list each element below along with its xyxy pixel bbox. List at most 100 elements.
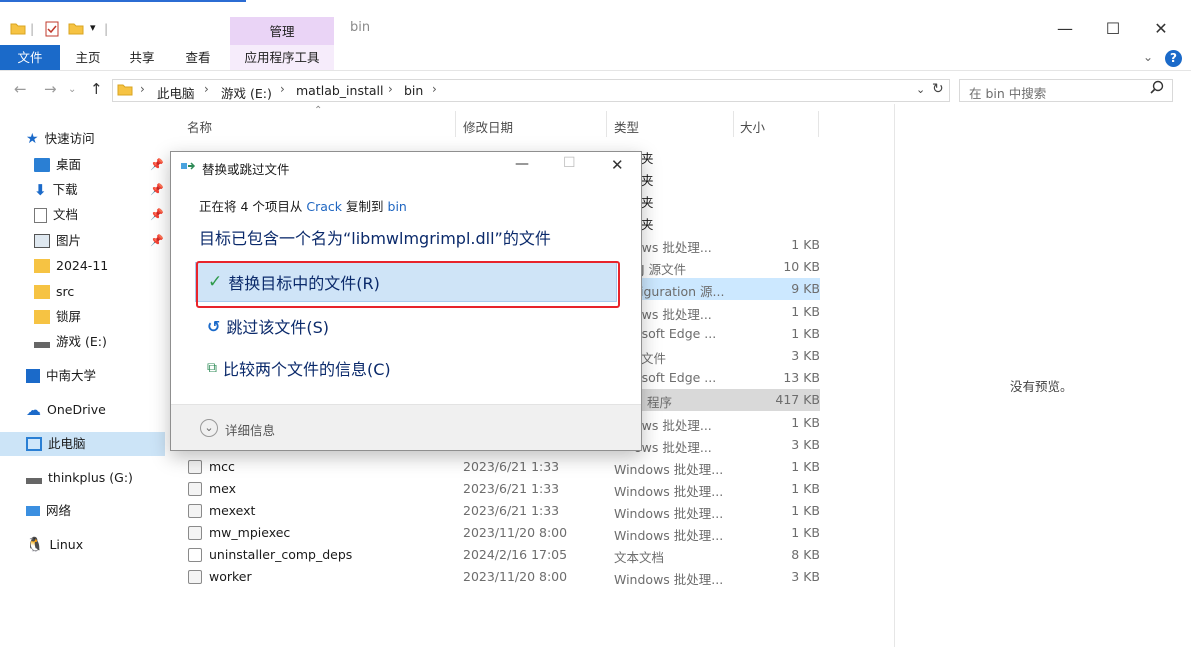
- nav-csu[interactable]: 中南大学: [26, 365, 96, 387]
- breadcrumb-matlab-install[interactable]: matlab_install: [296, 83, 383, 98]
- new-folder-icon[interactable]: [68, 21, 84, 38]
- nav-folder-src[interactable]: src: [34, 281, 74, 303]
- breadcrumb-this-pc[interactable]: 此电脑: [157, 83, 195, 102]
- nav-downloads[interactable]: ⬇ 下载: [34, 179, 78, 201]
- dialog-minimize-button[interactable]: —: [515, 156, 529, 172]
- file-date: 2023/6/21 1:33: [463, 503, 560, 518]
- nav-folder-2024-11[interactable]: 2024-11: [34, 255, 108, 277]
- minimize-button[interactable]: —: [1042, 14, 1088, 44]
- back-icon[interactable]: ←: [14, 80, 27, 98]
- tab-share[interactable]: 共享: [120, 45, 164, 70]
- refresh-icon[interactable]: ↻: [932, 81, 944, 97]
- tab-application-tools[interactable]: 应用程序工具: [230, 45, 334, 70]
- nav-desktop[interactable]: 桌面: [34, 154, 81, 176]
- column-header-name[interactable]: 名称: [187, 117, 212, 136]
- nav-label: OneDrive: [47, 402, 106, 417]
- desktop-icon: [34, 158, 50, 172]
- table-row[interactable]: iguration 源... 9 KB: [640, 278, 820, 300]
- breadcrumb-separator-icon[interactable]: ›: [280, 82, 285, 96]
- nav-linux[interactable]: 🐧 Linux: [26, 534, 83, 556]
- table-row[interactable]: mex 2023/6/21 1:33 Windows 批处理... 1 KB: [180, 478, 820, 500]
- breadcrumb-separator-icon[interactable]: ›: [140, 82, 145, 96]
- table-row[interactable]: worker 2023/11/20 8:00 Windows 批处理... 3 …: [180, 566, 820, 588]
- close-button[interactable]: ✕: [1138, 14, 1184, 44]
- file-size: 417 KB: [775, 392, 820, 407]
- copy-status: 正在将 4 个项目从 Crack 复制到 bin: [199, 196, 407, 215]
- nav-documents[interactable]: 文档: [34, 204, 78, 226]
- preview-pane-divider[interactable]: [894, 104, 895, 647]
- computer-icon: [26, 437, 42, 451]
- column-header-date[interactable]: 修改日期: [463, 117, 513, 136]
- table-row[interactable]: mcc 2023/6/21 1:33 Windows 批处理... 1 KB: [180, 456, 820, 478]
- column-divider[interactable]: [818, 111, 819, 137]
- table-row[interactable]: mw_mpiexec 2023/11/20 8:00 Windows 批处理..…: [180, 522, 820, 544]
- breadcrumb-separator-icon[interactable]: ›: [204, 82, 209, 96]
- tab-file[interactable]: 文件: [0, 45, 60, 70]
- batch-file-icon: [188, 526, 202, 540]
- details-toggle[interactable]: 详细信息: [225, 420, 275, 439]
- file-type: ows 批处理...: [634, 440, 712, 455]
- expand-ribbon-icon[interactable]: ⌄: [1143, 50, 1153, 64]
- column-header-size[interactable]: 大小: [740, 117, 765, 136]
- star-icon: ★: [26, 131, 39, 147]
- nav-pictures[interactable]: 图片: [34, 230, 81, 252]
- file-size: 1 KB: [791, 503, 820, 518]
- destination-folder-link[interactable]: bin: [388, 199, 407, 214]
- column-header-type[interactable]: 类型: [614, 117, 639, 136]
- nav-onedrive[interactable]: ☁ OneDrive: [26, 399, 106, 421]
- nav-drive-e[interactable]: 游戏 (E:): [34, 331, 107, 353]
- table-row[interactable]: mexext 2023/6/21 1:33 Windows 批处理... 1 K…: [180, 500, 820, 522]
- expand-details-icon[interactable]: ⌄: [200, 419, 218, 437]
- tab-home[interactable]: 主页: [66, 45, 110, 70]
- file-type: J 源文件: [641, 262, 687, 277]
- pin-icon[interactable]: 📌: [150, 158, 164, 171]
- breadcrumb-bin[interactable]: bin: [404, 83, 423, 98]
- column-divider[interactable]: [455, 111, 456, 137]
- breadcrumb-drive[interactable]: 游戏 (E:): [221, 83, 272, 102]
- batch-file-icon: [188, 570, 202, 584]
- skip-file-button[interactable]: ↺ 跳过该文件(S): [195, 306, 617, 346]
- file-size: 13 KB: [783, 370, 820, 385]
- maximize-button[interactable]: ☐: [1090, 14, 1136, 44]
- file-size: 1 KB: [791, 415, 820, 430]
- nav-drive-g[interactable]: thinkplus (G:): [26, 467, 133, 489]
- preview-empty-text: 没有预览。: [1010, 379, 1073, 394]
- copy-icon: [181, 161, 197, 176]
- dialog-close-button[interactable]: ✕: [611, 156, 624, 174]
- pin-icon[interactable]: 📌: [150, 183, 164, 196]
- address-dropdown-icon[interactable]: ⌄: [916, 83, 925, 96]
- search-icon[interactable]: [1150, 80, 1164, 97]
- column-divider[interactable]: [733, 111, 734, 137]
- compare-files-button[interactable]: ⧉ 比较两个文件的信息(C): [195, 348, 617, 388]
- file-size: 3 KB: [791, 437, 820, 452]
- customize-toolbar-icon[interactable]: ▾: [90, 21, 96, 34]
- pin-icon[interactable]: 📌: [150, 234, 164, 247]
- help-icon[interactable]: ?: [1165, 50, 1182, 67]
- pin-icon[interactable]: 📌: [150, 208, 164, 221]
- folder-icon: [34, 285, 50, 299]
- network-icon: [26, 506, 40, 516]
- file-type: 夹: [641, 151, 654, 166]
- nav-network[interactable]: 网络: [26, 500, 71, 522]
- batch-file-icon: [188, 460, 202, 474]
- up-icon[interactable]: ↑: [90, 80, 103, 98]
- column-divider[interactable]: [606, 111, 607, 137]
- document-icon: [34, 207, 47, 223]
- copy-status-middle: 复制到: [346, 199, 384, 214]
- tab-view[interactable]: 查看: [176, 45, 220, 70]
- properties-icon[interactable]: [44, 21, 60, 40]
- nav-label: 图片: [56, 233, 82, 248]
- file-type: Windows 批处理...: [614, 528, 724, 543]
- nav-this-pc[interactable]: 此电脑: [26, 433, 86, 455]
- recent-locations-icon[interactable]: ⌄: [68, 84, 76, 95]
- nav-folder-lockscreen[interactable]: 锁屏: [34, 306, 81, 328]
- table-row[interactable]: 程序 417 KB: [640, 389, 820, 411]
- breadcrumb-separator-icon[interactable]: ›: [432, 82, 437, 96]
- source-folder-link[interactable]: Crack: [306, 199, 342, 214]
- breadcrumb-separator-icon[interactable]: ›: [388, 82, 393, 96]
- nav-quick-access[interactable]: ★ 快速访问: [26, 128, 95, 150]
- table-row[interactable]: uninstaller_comp_deps 2024/2/16 17:05 文本…: [180, 544, 820, 566]
- compare-icon: ⧉: [207, 360, 217, 376]
- forward-icon[interactable]: →: [44, 80, 57, 98]
- skip-arrow-icon: ↺: [207, 316, 221, 336]
